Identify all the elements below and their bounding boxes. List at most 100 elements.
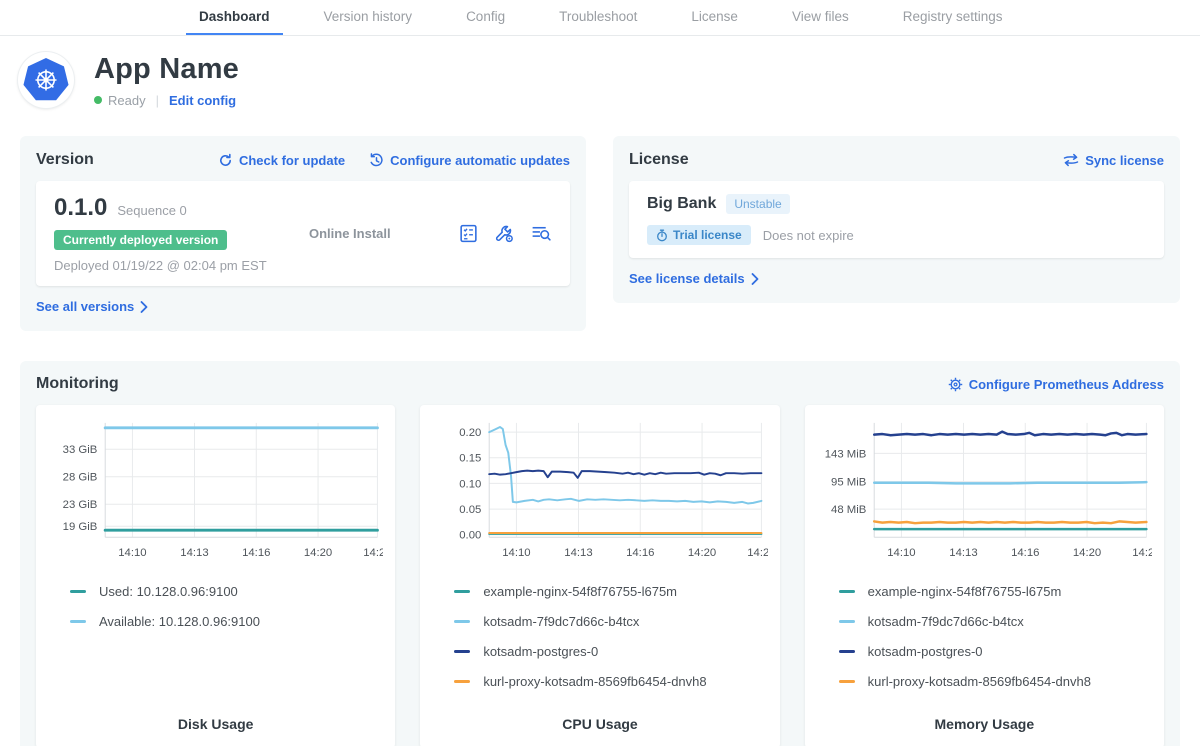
legend-item: example-nginx-54f8f76755-l675m bbox=[839, 584, 1152, 599]
top-nav: Dashboard Version history Config Trouble… bbox=[0, 0, 1200, 36]
svg-text:0.05: 0.05 bbox=[460, 504, 482, 516]
view-logs-button[interactable] bbox=[530, 223, 552, 244]
legend-swatch bbox=[454, 620, 470, 623]
license-panel-title: License bbox=[629, 151, 689, 169]
see-all-versions-link[interactable]: See all versions bbox=[36, 299, 148, 314]
memory-usage-title: Memory Usage bbox=[817, 702, 1152, 732]
trial-license-badge: Trial license bbox=[647, 225, 751, 245]
legend-swatch bbox=[839, 590, 855, 593]
cpu-usage-chart: 14:1014:1314:1614:2014:230.000.050.100.1… bbox=[432, 415, 767, 565]
svg-text:48 MiB: 48 MiB bbox=[831, 504, 866, 516]
install-type-label: Online Install bbox=[309, 226, 458, 241]
deployed-timestamp: Deployed 01/19/22 @ 02:04 pm EST bbox=[54, 258, 309, 273]
license-card: Big Bank Unstable Trial license Does not… bbox=[629, 181, 1164, 258]
svg-text:14:13: 14:13 bbox=[180, 547, 208, 559]
tab-view-files[interactable]: View files bbox=[779, 0, 862, 35]
svg-text:23 GiB: 23 GiB bbox=[63, 499, 98, 511]
legend-item: Used: 10.128.0.96:9100 bbox=[70, 584, 383, 599]
tab-dashboard[interactable]: Dashboard bbox=[186, 0, 283, 35]
sync-license-link[interactable]: Sync license bbox=[1063, 153, 1164, 168]
legend-label: example-nginx-54f8f76755-l675m bbox=[868, 584, 1062, 599]
customer-name: Big Bank bbox=[647, 195, 716, 213]
svg-text:19 GiB: 19 GiB bbox=[63, 521, 98, 533]
tab-troubleshoot[interactable]: Troubleshoot bbox=[546, 0, 650, 35]
svg-text:0.15: 0.15 bbox=[460, 453, 482, 465]
legend-label: Available: 10.128.0.96:9100 bbox=[99, 614, 260, 629]
see-license-details-link[interactable]: See license details bbox=[629, 271, 759, 286]
page-title: App Name bbox=[94, 53, 239, 86]
legend-item: Available: 10.128.0.96:9100 bbox=[70, 614, 383, 629]
monitoring-panel: Monitoring Configure Prometheus Address … bbox=[20, 361, 1180, 746]
legend-swatch bbox=[454, 590, 470, 593]
svg-text:28 GiB: 28 GiB bbox=[63, 472, 98, 484]
legend-item: kotsadm-postgres-0 bbox=[454, 644, 767, 659]
edit-config-button[interactable] bbox=[494, 223, 515, 244]
lines-magnifier-icon bbox=[530, 223, 552, 244]
stopwatch-icon bbox=[656, 229, 668, 242]
svg-text:14:16: 14:16 bbox=[1011, 547, 1039, 559]
tab-config[interactable]: Config bbox=[453, 0, 518, 35]
svg-text:14:16: 14:16 bbox=[242, 547, 270, 559]
svg-text:14:10: 14:10 bbox=[503, 547, 531, 559]
svg-text:14:20: 14:20 bbox=[304, 547, 332, 559]
legend-item: kotsadm-postgres-0 bbox=[839, 644, 1152, 659]
license-panel: License Sync license Big Bank Unstable bbox=[613, 136, 1180, 303]
gear-icon bbox=[948, 377, 963, 392]
channel-badge: Unstable bbox=[726, 194, 789, 214]
svg-text:14:20: 14:20 bbox=[1073, 547, 1101, 559]
configure-prometheus-link[interactable]: Configure Prometheus Address bbox=[948, 377, 1164, 392]
disk-usage-legend: Used: 10.128.0.96:9100 Available: 10.128.… bbox=[70, 569, 383, 629]
legend-label: kotsadm-7f9dc7d66c-b4tcx bbox=[868, 614, 1024, 629]
sync-arrows-icon bbox=[1063, 153, 1079, 167]
tab-registry-settings[interactable]: Registry settings bbox=[890, 0, 1016, 35]
checklist-icon bbox=[458, 223, 479, 244]
svg-text:14:23: 14:23 bbox=[748, 547, 768, 559]
version-panel-title: Version bbox=[36, 151, 94, 169]
legend-item: kotsadm-7f9dc7d66c-b4tcx bbox=[454, 614, 767, 629]
kubernetes-icon bbox=[23, 58, 69, 102]
deployed-badge: Currently deployed version bbox=[54, 230, 227, 250]
legend-item: kotsadm-7f9dc7d66c-b4tcx bbox=[839, 614, 1152, 629]
memory-usage-chart: 14:1014:1314:1614:2014:2348 MiB95 MiB143… bbox=[817, 415, 1152, 565]
legend-label: kotsadm-postgres-0 bbox=[483, 644, 598, 659]
configure-automatic-updates-link[interactable]: Configure automatic updates bbox=[369, 153, 570, 168]
legend-swatch bbox=[454, 650, 470, 653]
svg-text:14:23: 14:23 bbox=[363, 547, 383, 559]
wrench-gear-icon bbox=[494, 223, 515, 244]
disk-usage-title: Disk Usage bbox=[48, 702, 383, 732]
legend-label: kotsadm-7f9dc7d66c-b4tcx bbox=[483, 614, 639, 629]
app-header: App Name Ready | Edit config bbox=[0, 36, 1200, 126]
status-dot bbox=[94, 96, 102, 104]
svg-text:95 MiB: 95 MiB bbox=[831, 477, 866, 489]
legend-swatch bbox=[70, 590, 86, 593]
legend-swatch bbox=[454, 680, 470, 683]
legend-swatch bbox=[839, 680, 855, 683]
svg-text:0.20: 0.20 bbox=[460, 427, 482, 439]
legend-label: kurl-proxy-kotsadm-8569fb6454-dnvh8 bbox=[483, 674, 706, 689]
status-badge: Ready bbox=[108, 93, 146, 108]
refresh-icon bbox=[218, 153, 233, 168]
legend-swatch bbox=[839, 650, 855, 653]
check-for-update-link[interactable]: Check for update bbox=[218, 153, 345, 168]
legend-label: kotsadm-postgres-0 bbox=[868, 644, 983, 659]
svg-text:0.00: 0.00 bbox=[460, 530, 482, 542]
svg-text:14:20: 14:20 bbox=[688, 547, 716, 559]
clock-refresh-icon bbox=[369, 153, 384, 168]
svg-text:33 GiB: 33 GiB bbox=[63, 444, 98, 456]
svg-text:14:13: 14:13 bbox=[565, 547, 593, 559]
tab-license[interactable]: License bbox=[678, 0, 751, 35]
divider: | bbox=[156, 93, 159, 108]
svg-text:0.10: 0.10 bbox=[460, 478, 482, 490]
legend-item: kurl-proxy-kotsadm-8569fb6454-dnvh8 bbox=[839, 674, 1152, 689]
sequence-label: Sequence 0 bbox=[117, 203, 186, 218]
chevron-right-icon bbox=[751, 273, 759, 285]
legend-swatch bbox=[839, 620, 855, 623]
edit-config-link[interactable]: Edit config bbox=[169, 93, 236, 108]
current-version-card: 0.1.0 Sequence 0 Currently deployed vers… bbox=[36, 181, 570, 286]
expiry-label: Does not expire bbox=[763, 228, 854, 243]
svg-text:14:10: 14:10 bbox=[118, 547, 146, 559]
preflight-checks-button[interactable] bbox=[458, 223, 479, 244]
tab-version-history[interactable]: Version history bbox=[311, 0, 426, 35]
chevron-right-icon bbox=[140, 301, 148, 313]
legend-swatch bbox=[70, 620, 86, 623]
